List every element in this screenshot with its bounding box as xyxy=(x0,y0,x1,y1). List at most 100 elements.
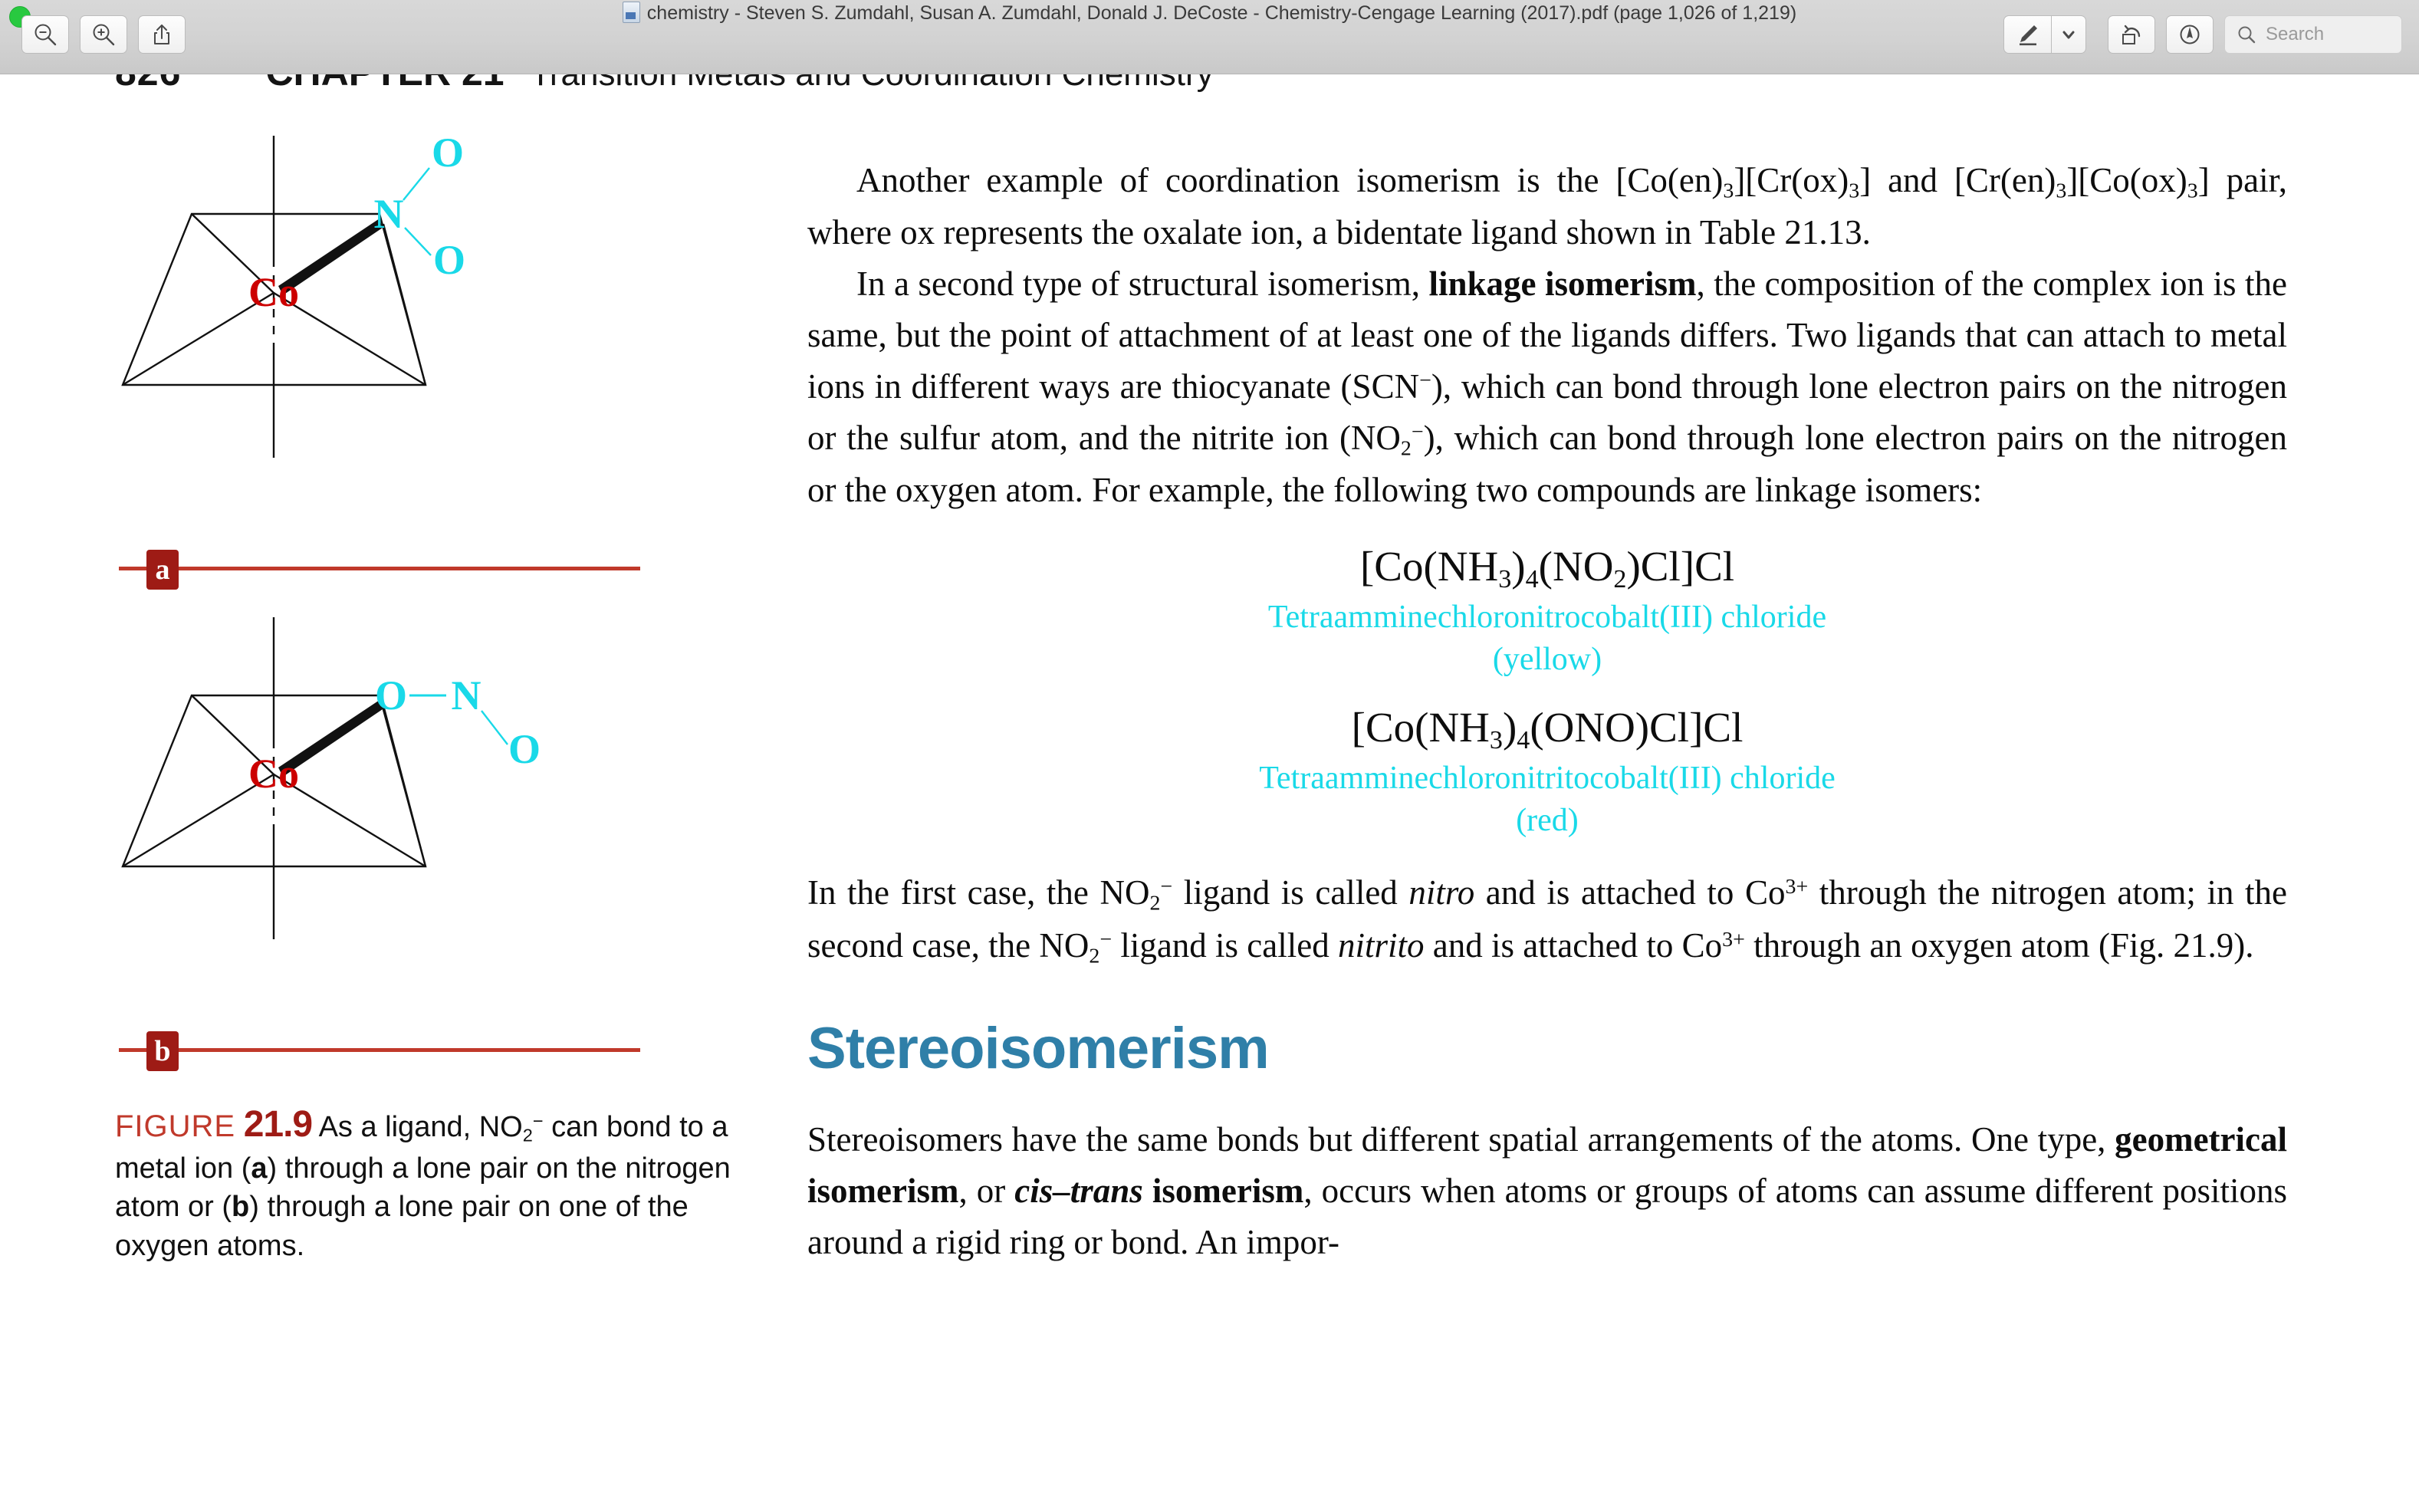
c1-prefix: [Co(NH xyxy=(1359,543,1499,590)
p3-term-nitrito: nitrito xyxy=(1337,925,1425,965)
c1-lig-sub: 2 xyxy=(1613,565,1627,594)
c2-sub1: 3 xyxy=(1489,726,1503,755)
figure-caption-charge: − xyxy=(532,1111,544,1132)
zoom-out-button[interactable] xyxy=(21,15,69,54)
section-heading-stereoisomerism: Stereoisomerism xyxy=(807,1015,1270,1081)
compound-1-block: [Co(NH3)4(NO2)Cl]Cl Tetraamminechloronit… xyxy=(807,541,2287,680)
figure-column: Co N O O a Co O N O b FIGURE 21.9 As a l… xyxy=(115,120,736,1265)
annotate-button[interactable] xyxy=(2166,15,2214,54)
p2-sub1: 2 xyxy=(1400,436,1412,461)
p3-seg7: through an oxygen atom (Fig. 21.9). xyxy=(1744,925,2254,965)
p3-charge3: − xyxy=(1099,927,1113,952)
p3-seg6: and is attached to Co xyxy=(1424,925,1723,965)
text-column: Another example of coordination isomeris… xyxy=(807,74,2287,1268)
figure-caption-ref-a: a xyxy=(251,1152,268,1185)
p2-charge1: − xyxy=(1419,369,1431,393)
search-field[interactable]: Search xyxy=(2224,15,2402,54)
figure-b-metal-label: Co xyxy=(248,751,299,797)
search-placeholder: Search xyxy=(2266,24,2325,44)
figure-panel-a-badge: a xyxy=(146,550,179,590)
p4-term-cis-trans: cis–trans xyxy=(1014,1171,1143,1210)
rule-line-a xyxy=(119,567,640,570)
paragraph-coordination-isomerism: Another example of coordination isomeris… xyxy=(807,155,2287,258)
figure-b-ligand-atom-O-terminal: O xyxy=(508,726,541,772)
rotate-button[interactable] xyxy=(2108,15,2155,54)
pdf-page[interactable]: 826CHAPTER 21Transition Metals and Coord… xyxy=(0,74,2419,1512)
p3-seg2: ligand is called xyxy=(1172,873,1409,912)
compound-1-formula: [Co(NH3)4(NO2)Cl]Cl xyxy=(807,541,2287,597)
p3-seg3: and is attached to Co xyxy=(1474,873,1786,912)
p3-charge4: 3+ xyxy=(1722,927,1745,952)
compound-1-color-note: (yellow) xyxy=(1492,641,1602,677)
c1-lig-open: (NO xyxy=(1538,543,1614,590)
figure-a-ligand-atom-O-upper: O xyxy=(432,130,464,176)
p2-term-linkage-isomerism: linkage isomerism xyxy=(1428,265,1697,304)
figure-a-metal-label: Co xyxy=(248,269,299,315)
figure-panel-a-rule: a xyxy=(119,550,640,590)
p4-seg2: , or xyxy=(958,1171,1015,1210)
c1-sub1: 3 xyxy=(1498,565,1512,594)
figure-caption-label: FIGURE xyxy=(115,1109,236,1143)
p1-sub1: 3 xyxy=(1723,179,1734,203)
compound-2-block: [Co(NH3)4(ONO)Cl]Cl Tetraamminechloronit… xyxy=(807,702,2287,841)
window-titlebar: chemistry - Steven S. Zumdahl, Susan A. … xyxy=(0,0,2419,74)
figure-panel-a-diagram: Co N O O xyxy=(121,130,465,458)
compound-2-formula: [Co(NH3)4(ONO)Cl]Cl xyxy=(807,702,2287,758)
c2-lig-close: )Cl]Cl xyxy=(1635,704,1744,751)
p3-term-nitro: nitro xyxy=(1408,873,1475,912)
p2-seg1: In a second type of structural isomerism… xyxy=(856,265,1429,304)
share-icon xyxy=(154,25,169,44)
paragraph-stereoisomers: Stereoisomers have the same bonds but di… xyxy=(807,1114,2287,1268)
figure-panel-b-badge: b xyxy=(146,1031,179,1071)
p1-sub3: 3 xyxy=(2056,179,2067,203)
p1-seg4: ][Co(ox) xyxy=(2066,161,2187,199)
c2-lig-open: (ONO xyxy=(1530,704,1635,751)
rotate-icon xyxy=(2122,25,2141,44)
figure-caption-text-1: As a ligand, NO xyxy=(318,1111,523,1143)
chevron-down-icon xyxy=(2062,31,2075,39)
paragraph-linkage-isomerism: In a second type of structural isomerism… xyxy=(807,258,2287,516)
rule-line-b xyxy=(119,1048,640,1052)
search-icon xyxy=(2238,26,2256,44)
toolbar-right-group: Search xyxy=(2003,15,2402,54)
c1-lig-close: )Cl]Cl xyxy=(1626,543,1735,590)
figure-caption: FIGURE 21.9 As a ligand, NO2− can bond t… xyxy=(115,1100,736,1265)
window-title-text: chemistry - Steven S. Zumdahl, Susan A. … xyxy=(646,2,1797,24)
p3-sub1: 2 xyxy=(1149,891,1161,915)
figure-a-ligand-atom-O-lower: O xyxy=(433,237,465,283)
p1-seg2: ][Cr(ox) xyxy=(1734,161,1849,199)
figure-caption-number: 21.9 xyxy=(243,1104,313,1145)
running-head-chapter: CHAPTER 21 xyxy=(265,74,504,94)
p4-seg1: Stereoisomers have the same bonds but di… xyxy=(807,1119,2115,1159)
p3-charge2: 3+ xyxy=(1785,875,1809,899)
figure-b-ligand-atom-N: N xyxy=(452,672,481,718)
c2-mid: ) xyxy=(1502,704,1517,751)
p1-seg3: ] and [Cr(en) xyxy=(1859,161,2056,199)
toolbar-left-group xyxy=(21,15,196,54)
figure-caption-ref-b: b xyxy=(232,1191,250,1224)
p4-term-isomerism: isomerism xyxy=(1142,1171,1304,1210)
share-button[interactable] xyxy=(138,15,186,54)
figure-b-ligand-atom-O-bound: O xyxy=(375,672,407,718)
zoom-in-button[interactable] xyxy=(80,15,127,54)
markup-pen-icon xyxy=(2019,25,2037,46)
compound-1-name: Tetraamminechloronitrocobalt(III) chlori… xyxy=(1267,600,1827,636)
running-head-page-number: 826 xyxy=(115,74,181,94)
markup-button[interactable] xyxy=(2003,15,2051,54)
c2-prefix: [Co(NH xyxy=(1351,704,1490,751)
p3-sub2: 2 xyxy=(1089,944,1100,968)
zoom-in-icon xyxy=(93,24,115,46)
p3-charge1: − xyxy=(1160,875,1173,899)
p1-sub2: 3 xyxy=(1849,179,1860,203)
annotate-pen-circle-icon xyxy=(2180,25,2200,44)
p1-seg1: Another example of coordination isomeris… xyxy=(856,161,1724,199)
figure-panel-b-diagram: Co O N O xyxy=(121,617,541,939)
markup-dropdown-button[interactable] xyxy=(2051,15,2086,54)
p1-sub4: 3 xyxy=(2187,179,2198,203)
p3-seg1: In the first case, the NO xyxy=(807,873,1150,912)
figure-panel-b-rule: b xyxy=(119,1031,640,1071)
c1-mid: ) xyxy=(1511,543,1526,590)
figure-caption-subscript: 2 xyxy=(522,1125,533,1146)
zoom-out-icon xyxy=(35,24,57,46)
p3-seg5: ligand is called xyxy=(1112,925,1338,965)
